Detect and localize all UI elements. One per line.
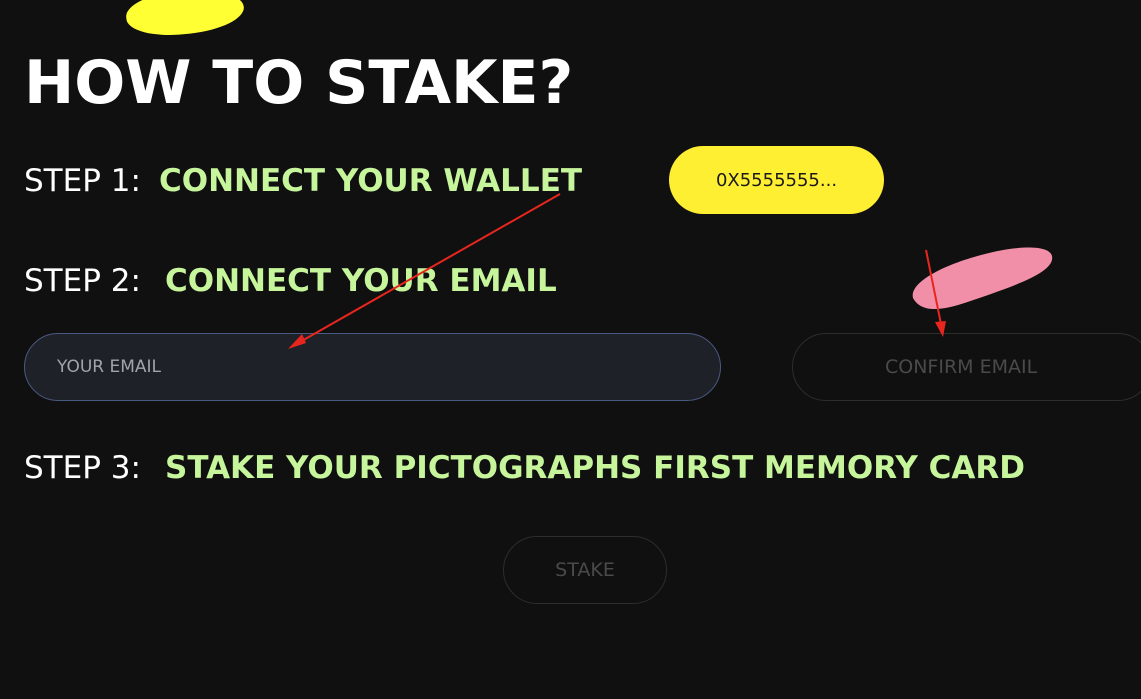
step-1-label: STEP 1: <box>24 163 141 199</box>
step-1-text: CONNECT YOUR WALLET <box>159 163 583 199</box>
pink-highlight-blob <box>912 247 1053 310</box>
yellow-highlight-blob <box>124 0 246 41</box>
stake-button[interactable]: STAKE <box>503 536 667 604</box>
step-2-label: STEP 2: <box>24 263 141 299</box>
email-input[interactable] <box>24 333 721 401</box>
step-2-text: CONNECT YOUR EMAIL <box>165 263 557 299</box>
stake-button-label: STAKE <box>555 559 615 581</box>
wallet-address-label: 0X5555555... <box>715 169 838 191</box>
stake-page: HOW TO STAKE? STEP 1: CONNECT YOUR WALLE… <box>0 0 1141 699</box>
confirm-email-button[interactable]: CONFIRM EMAIL <box>792 333 1141 401</box>
wallet-address-button[interactable]: 0X5555555... <box>669 146 884 214</box>
page-title: HOW TO STAKE? <box>24 48 574 118</box>
confirm-email-label: CONFIRM EMAIL <box>885 356 1038 378</box>
step-3-text: STAKE YOUR PICTOGRAPHS FIRST MEMORY CARD <box>165 450 1026 486</box>
step-3-label: STEP 3: <box>24 450 141 486</box>
